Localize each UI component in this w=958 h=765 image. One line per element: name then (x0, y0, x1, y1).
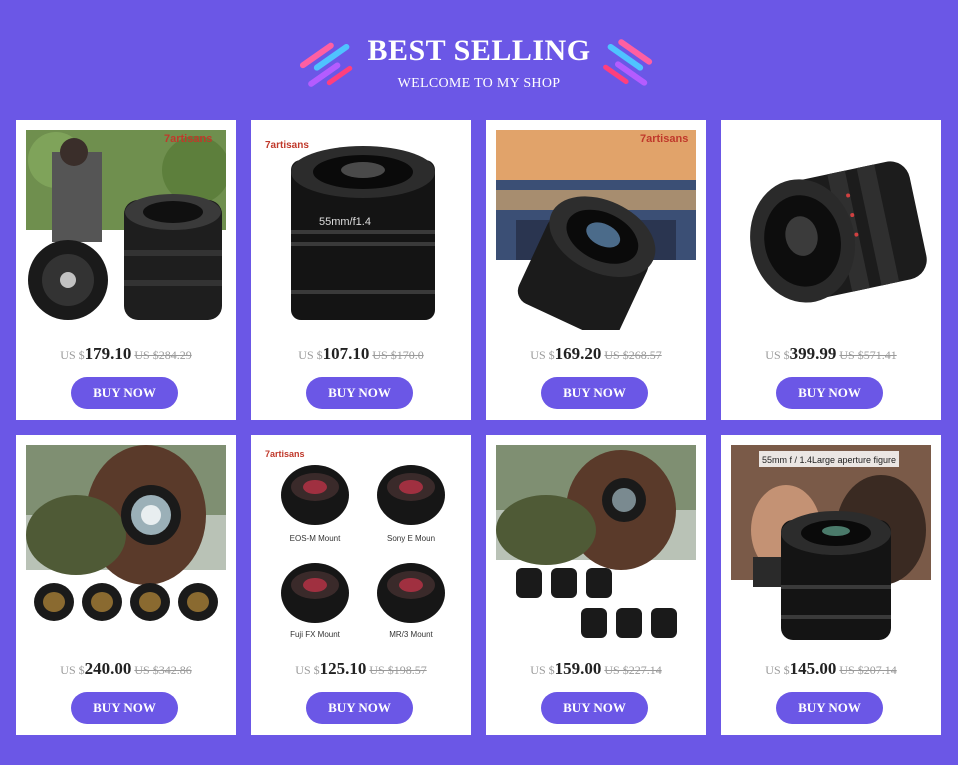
banner-text: 55mm f / 1.4Large aperture figure (762, 455, 896, 465)
product-card[interactable]: 55mm f / 1.4Large aperture figure US $14… (721, 435, 941, 735)
price-row: US $399.99 US $571.41 (721, 344, 941, 364)
buy-now-button[interactable]: BUY NOW (776, 692, 883, 724)
original-price: US $207.14 (839, 663, 897, 677)
mount-label: MR/3 Mount (389, 630, 433, 639)
brand-text: 7artisans (265, 449, 305, 459)
product-image[interactable]: 7artisans 55mm/f1.4 (261, 130, 461, 330)
currency-label: US $ (530, 663, 555, 677)
decorative-stripes-icon (603, 39, 653, 86)
original-price: US $342.86 (134, 663, 192, 677)
lens-label: 55mm/f1.4 (319, 216, 371, 228)
mount-label: Sony E Moun (387, 534, 435, 543)
buy-now-button[interactable]: BUY NOW (71, 692, 178, 724)
currency-label: US $ (295, 663, 320, 677)
sale-price: 399.99 (789, 344, 837, 363)
sale-price: 145.00 (789, 659, 837, 678)
product-card[interactable]: 7artisans US $169.20 US $268.57 BUY NOW (486, 120, 706, 420)
currency-label: US $ (60, 348, 85, 362)
product-card[interactable]: US $159.00 US $227.14 BUY NOW (486, 435, 706, 735)
price-row: US $145.00 US $207.14 (721, 659, 941, 679)
buy-now-button[interactable]: BUY NOW (306, 692, 413, 724)
original-price: US $198.57 (369, 663, 427, 677)
brand-text: 7artisans (640, 133, 688, 145)
price-row: US $240.00 US $342.86 (16, 659, 236, 679)
product-image[interactable] (731, 130, 931, 330)
original-price: US $284.29 (134, 348, 192, 362)
product-card[interactable]: 7artisans EOS-M Mount Sony E Moun Fuji F… (251, 435, 471, 735)
price-row: US $179.10 US $284.29 (16, 344, 236, 364)
product-image[interactable]: 55mm f / 1.4Large aperture figure (731, 445, 931, 645)
buy-now-button[interactable]: BUY NOW (541, 377, 648, 409)
original-price: US $170.0 (372, 348, 424, 362)
original-price: US $268.57 (604, 348, 662, 362)
product-image[interactable]: 7artisans (26, 130, 226, 330)
page-title: BEST SELLING (367, 34, 591, 67)
sale-price: 159.00 (554, 659, 602, 678)
sale-price: 125.10 (319, 659, 367, 678)
currency-label: US $ (765, 663, 790, 677)
product-image[interactable] (496, 445, 696, 645)
sale-price: 240.00 (84, 659, 132, 678)
brand-text: 7artisans (164, 133, 212, 145)
sale-price: 179.10 (84, 344, 132, 363)
product-image[interactable]: 7artisans (496, 130, 696, 330)
currency-label: US $ (298, 348, 323, 362)
price-row: US $159.00 US $227.14 (486, 659, 706, 679)
product-image[interactable]: 7artisans EOS-M Mount Sony E Moun Fuji F… (261, 445, 461, 645)
buy-now-button[interactable]: BUY NOW (71, 377, 178, 409)
sale-price: 169.20 (554, 344, 602, 363)
price-row: US $125.10 US $198.57 (251, 659, 471, 679)
product-card[interactable]: 7artisans 55mm/f1.4 US $107.10 US $170.0 … (251, 120, 471, 420)
product-card[interactable]: 7artisans US $179.10 US $284.29 BUY NOW (16, 120, 236, 420)
shop-header: BEST SELLING WELCOME TO MY SHOP (0, 0, 958, 110)
price-row: US $169.20 US $268.57 (486, 344, 706, 364)
buy-now-button[interactable]: BUY NOW (541, 692, 648, 724)
buy-now-button[interactable]: BUY NOW (776, 377, 883, 409)
brand-text: 7artisans (265, 140, 309, 151)
mount-label: EOS-M Mount (290, 534, 341, 543)
mount-label: Fuji FX Mount (290, 630, 341, 639)
product-image[interactable] (26, 445, 226, 645)
currency-label: US $ (60, 663, 85, 677)
currency-label: US $ (765, 348, 790, 362)
product-card[interactable]: US $240.00 US $342.86 BUY NOW (16, 435, 236, 735)
original-price: US $227.14 (604, 663, 662, 677)
product-card[interactable]: US $399.99 US $571.41 BUY NOW (721, 120, 941, 420)
currency-label: US $ (530, 348, 555, 362)
original-price: US $571.41 (839, 348, 897, 362)
buy-now-button[interactable]: BUY NOW (306, 377, 413, 409)
price-row: US $107.10 US $170.0 (251, 344, 471, 364)
page-subtitle: WELCOME TO MY SHOP (397, 76, 561, 91)
sale-price: 107.10 (322, 344, 370, 363)
